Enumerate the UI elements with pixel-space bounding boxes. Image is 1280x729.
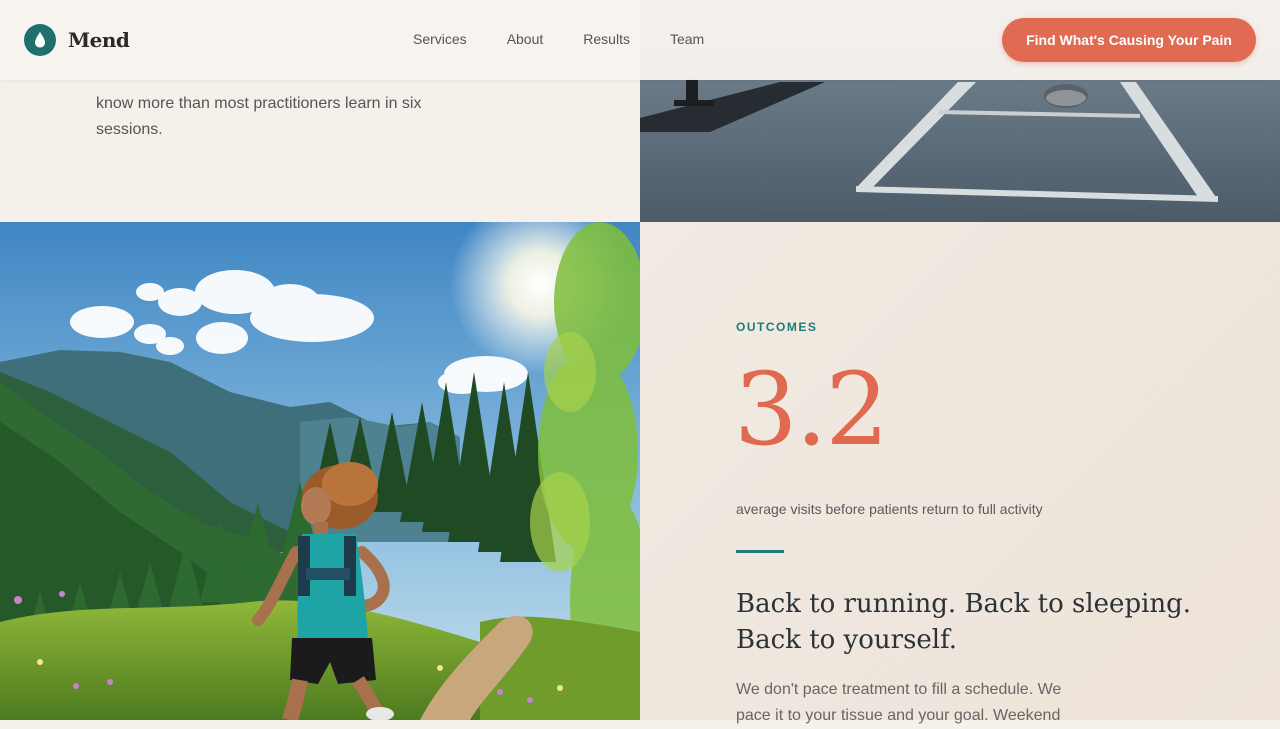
nav-link-about[interactable]: About (507, 31, 544, 47)
find-pain-cause-button[interactable]: Find What's Causing Your Pain (1002, 18, 1256, 62)
nav-link-results[interactable]: Results (583, 31, 630, 47)
outcomes-headline: Back to running. Back to sleeping. Back … (736, 589, 1192, 655)
outcomes-section: OUTCOMES 3.2 average visits before patie… (640, 222, 1280, 724)
brand-name: Mend (68, 28, 130, 52)
average-visits-stat: 3.2 (734, 351, 889, 468)
brand-logo[interactable]: Mend (24, 24, 130, 56)
nav-link-team[interactable]: Team (670, 31, 704, 47)
stat-label: average visits before patients return to… (736, 501, 1043, 517)
outcomes-body: We don't pace treatment to fill a schedu… (736, 681, 1062, 724)
outcomes-eyebrow: OUTCOMES (736, 320, 818, 334)
accent-divider (736, 550, 784, 553)
top-navigation: Mend Services About Results Team Find Wh… (0, 0, 1280, 80)
intro-text: know more than most practitioners learn … (96, 95, 422, 138)
water-drop-icon (24, 24, 56, 56)
nav-link-services[interactable]: Services (413, 31, 467, 47)
nav-links: Services About Results Team (413, 31, 704, 47)
trail-runner-photo (0, 222, 640, 720)
